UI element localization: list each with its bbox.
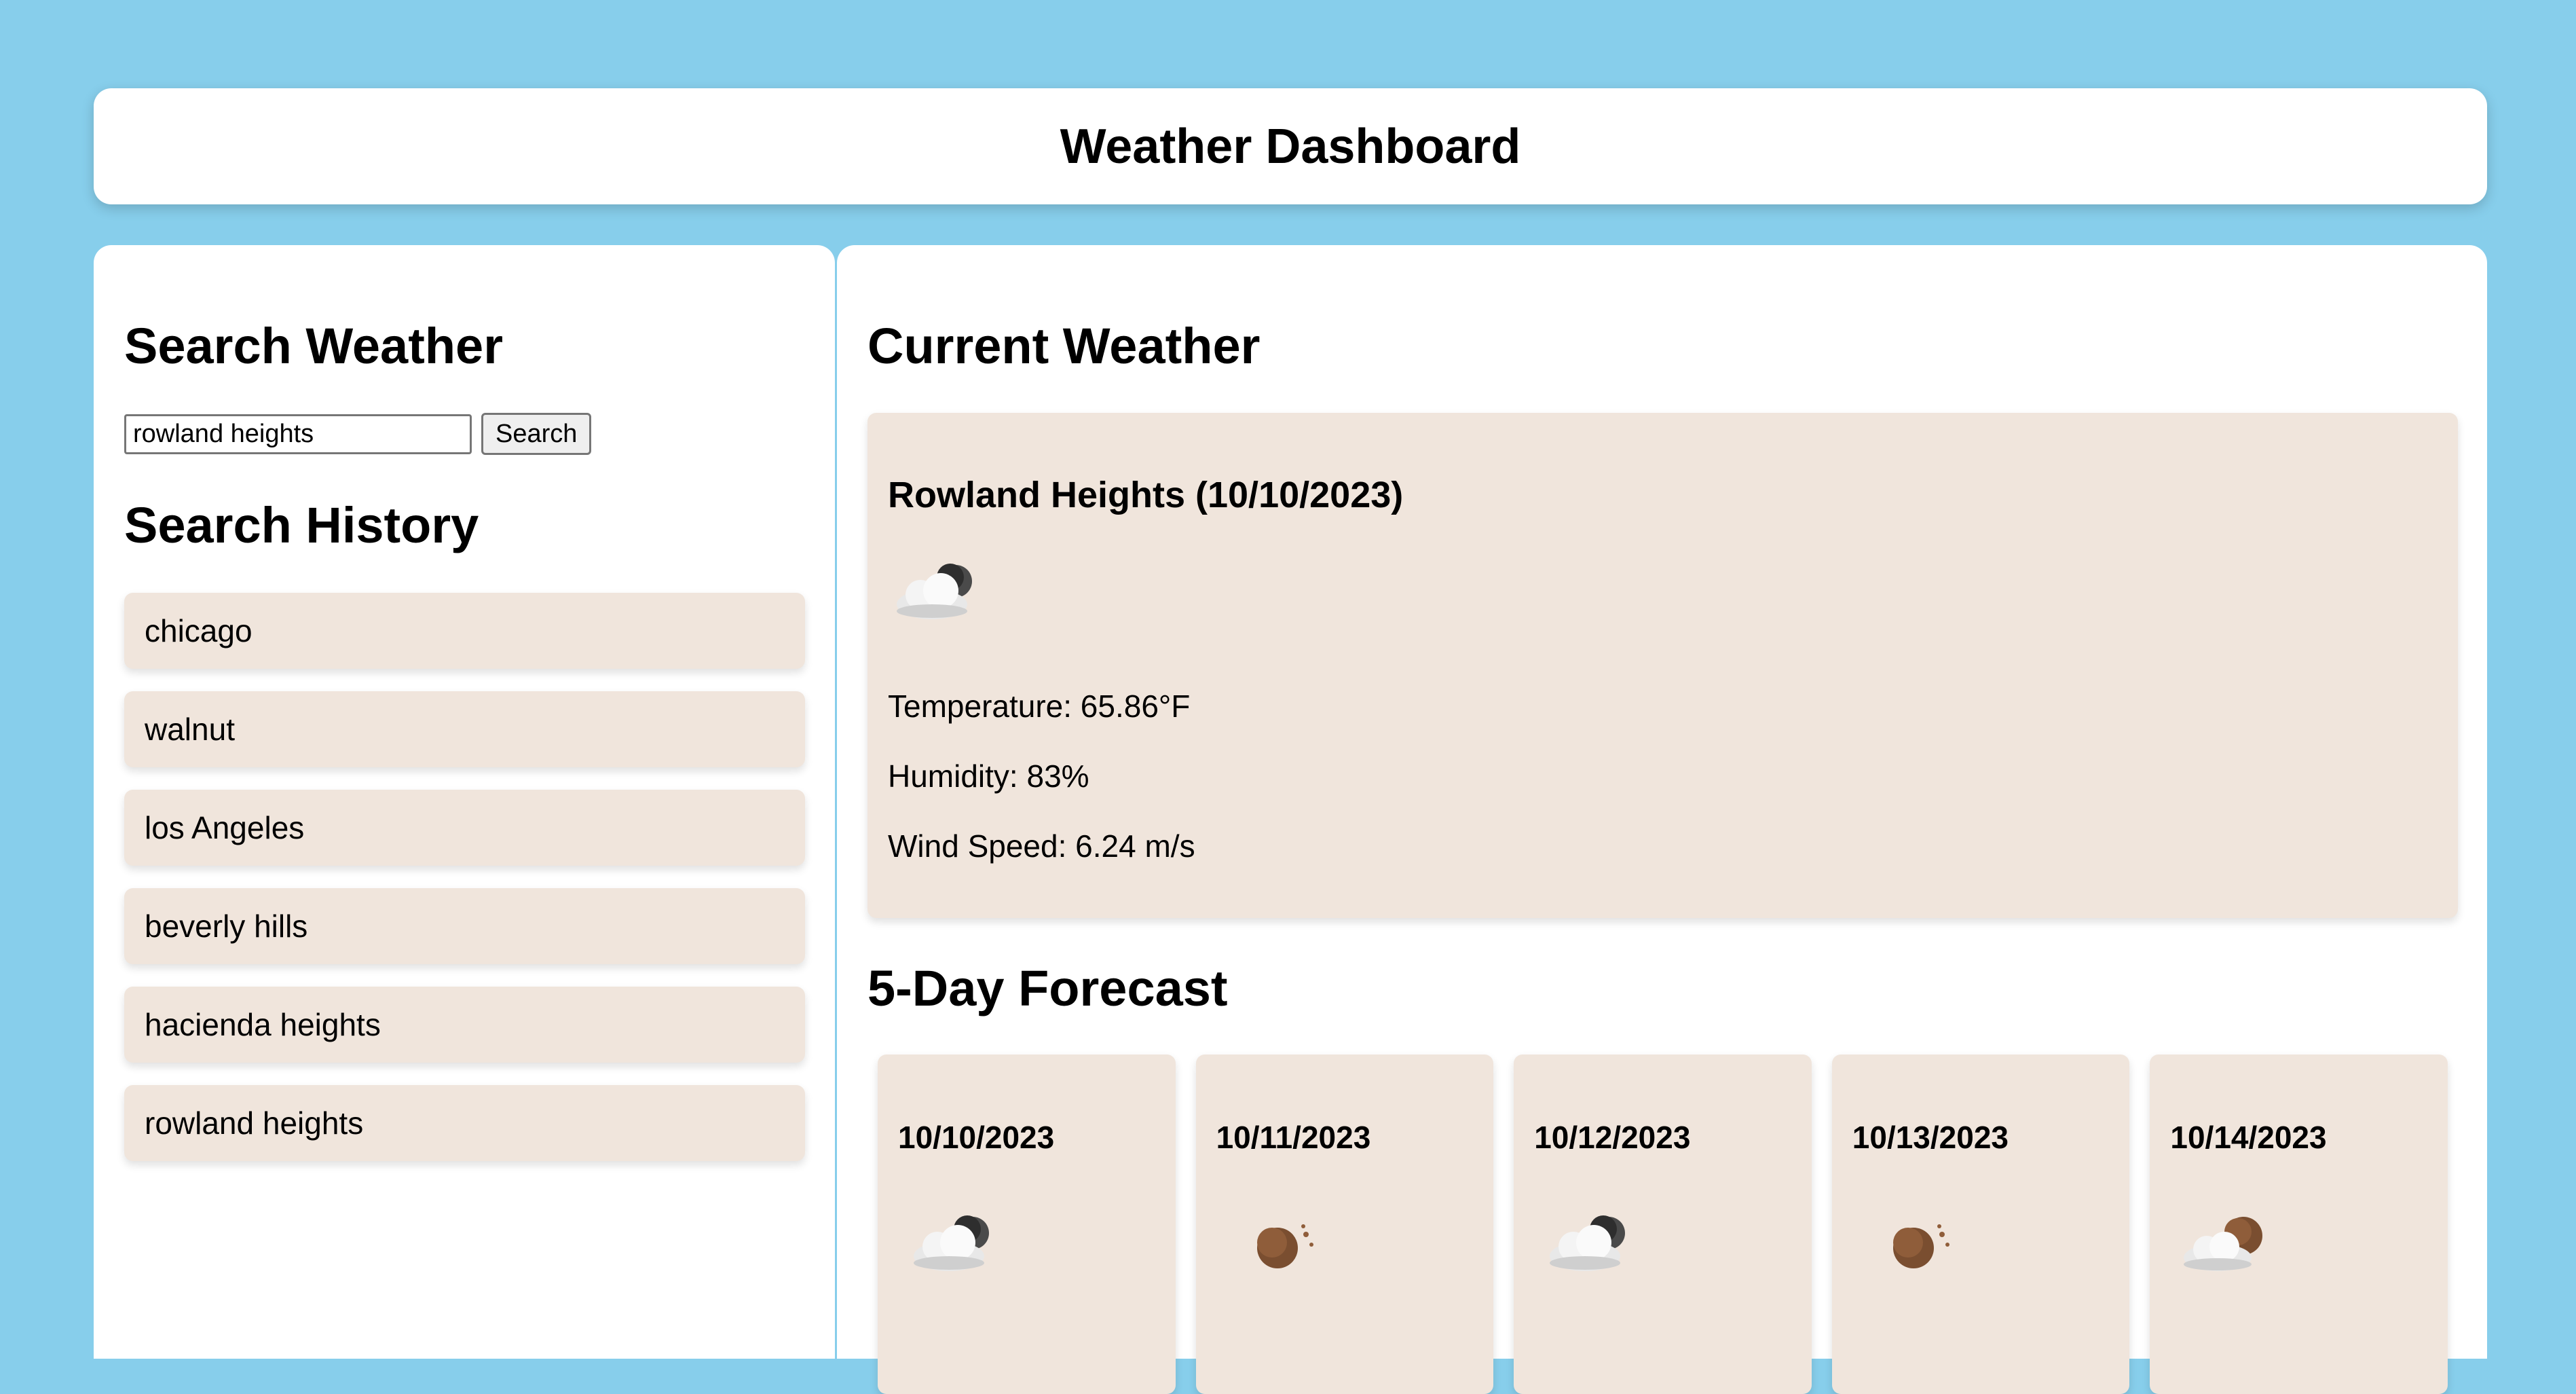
search-heading: Search Weather bbox=[124, 318, 503, 374]
history-item-los-angeles[interactable]: los Angeles bbox=[124, 790, 805, 866]
forecast-card: 10/14/2023 bbox=[2150, 1054, 2448, 1394]
search-input[interactable] bbox=[124, 414, 472, 454]
history-item-beverly-hills[interactable]: beverly hills bbox=[124, 888, 805, 964]
history-item-walnut[interactable]: walnut bbox=[124, 691, 805, 767]
sidebar: Search Weather Search Search History chi… bbox=[94, 245, 835, 1359]
page-title: Weather Dashboard bbox=[1060, 119, 1521, 174]
cloudy-night-icon bbox=[1541, 1207, 1643, 1285]
forecast-list: 10/10/2023 10/11/2023 10/12/2023 10/13/2… bbox=[878, 1054, 2448, 1394]
current-location-title: Rowland Heights (10/10/2023) bbox=[888, 475, 1404, 515]
forecast-date: 10/12/2023 bbox=[1534, 1120, 1691, 1155]
search-button[interactable]: Search bbox=[481, 413, 592, 455]
forecast-card: 10/11/2023 bbox=[1195, 1054, 1494, 1394]
partly-cloudy-night-icon bbox=[2177, 1207, 2279, 1285]
forecast-date: 10/14/2023 bbox=[2170, 1120, 2327, 1155]
forecast-heading: 5-Day Forecast bbox=[867, 960, 1228, 1016]
main-panel: Current Weather Rowland Heights (10/10/2… bbox=[837, 245, 2487, 1394]
cloudy-night-icon bbox=[905, 1207, 1007, 1285]
history-item-chicago[interactable]: chicago bbox=[124, 593, 805, 669]
search-form: Search bbox=[124, 413, 592, 455]
forecast-date: 10/11/2023 bbox=[1216, 1120, 1371, 1155]
clear-night-icon bbox=[1859, 1207, 1961, 1285]
humidity-text: Humidity: 83% bbox=[888, 758, 1089, 794]
current-weather-card: Rowland Heights (10/10/2023) Temperature… bbox=[867, 413, 2458, 918]
search-history-heading: Search History bbox=[124, 497, 479, 553]
forecast-date: 10/13/2023 bbox=[1852, 1120, 2009, 1155]
wind-speed-text: Wind Speed: 6.24 m/s bbox=[888, 828, 1195, 864]
forecast-card: 10/10/2023 bbox=[878, 1054, 1176, 1394]
forecast-card: 10/13/2023 bbox=[1831, 1054, 2130, 1394]
search-history-list: chicago walnut los Angeles beverly hills… bbox=[124, 593, 805, 1184]
header: Weather Dashboard bbox=[94, 88, 2487, 204]
current-weather-heading: Current Weather bbox=[867, 318, 1261, 374]
history-item-hacienda-heights[interactable]: hacienda heights bbox=[124, 987, 805, 1063]
forecast-card: 10/12/2023 bbox=[1514, 1054, 1812, 1394]
temperature-text: Temperature: 65.86°F bbox=[888, 689, 1191, 724]
clear-night-icon bbox=[1223, 1207, 1325, 1285]
cloudy-night-icon bbox=[888, 555, 990, 634]
forecast-date: 10/10/2023 bbox=[898, 1120, 1055, 1155]
history-item-rowland-heights[interactable]: rowland heights bbox=[124, 1085, 805, 1161]
